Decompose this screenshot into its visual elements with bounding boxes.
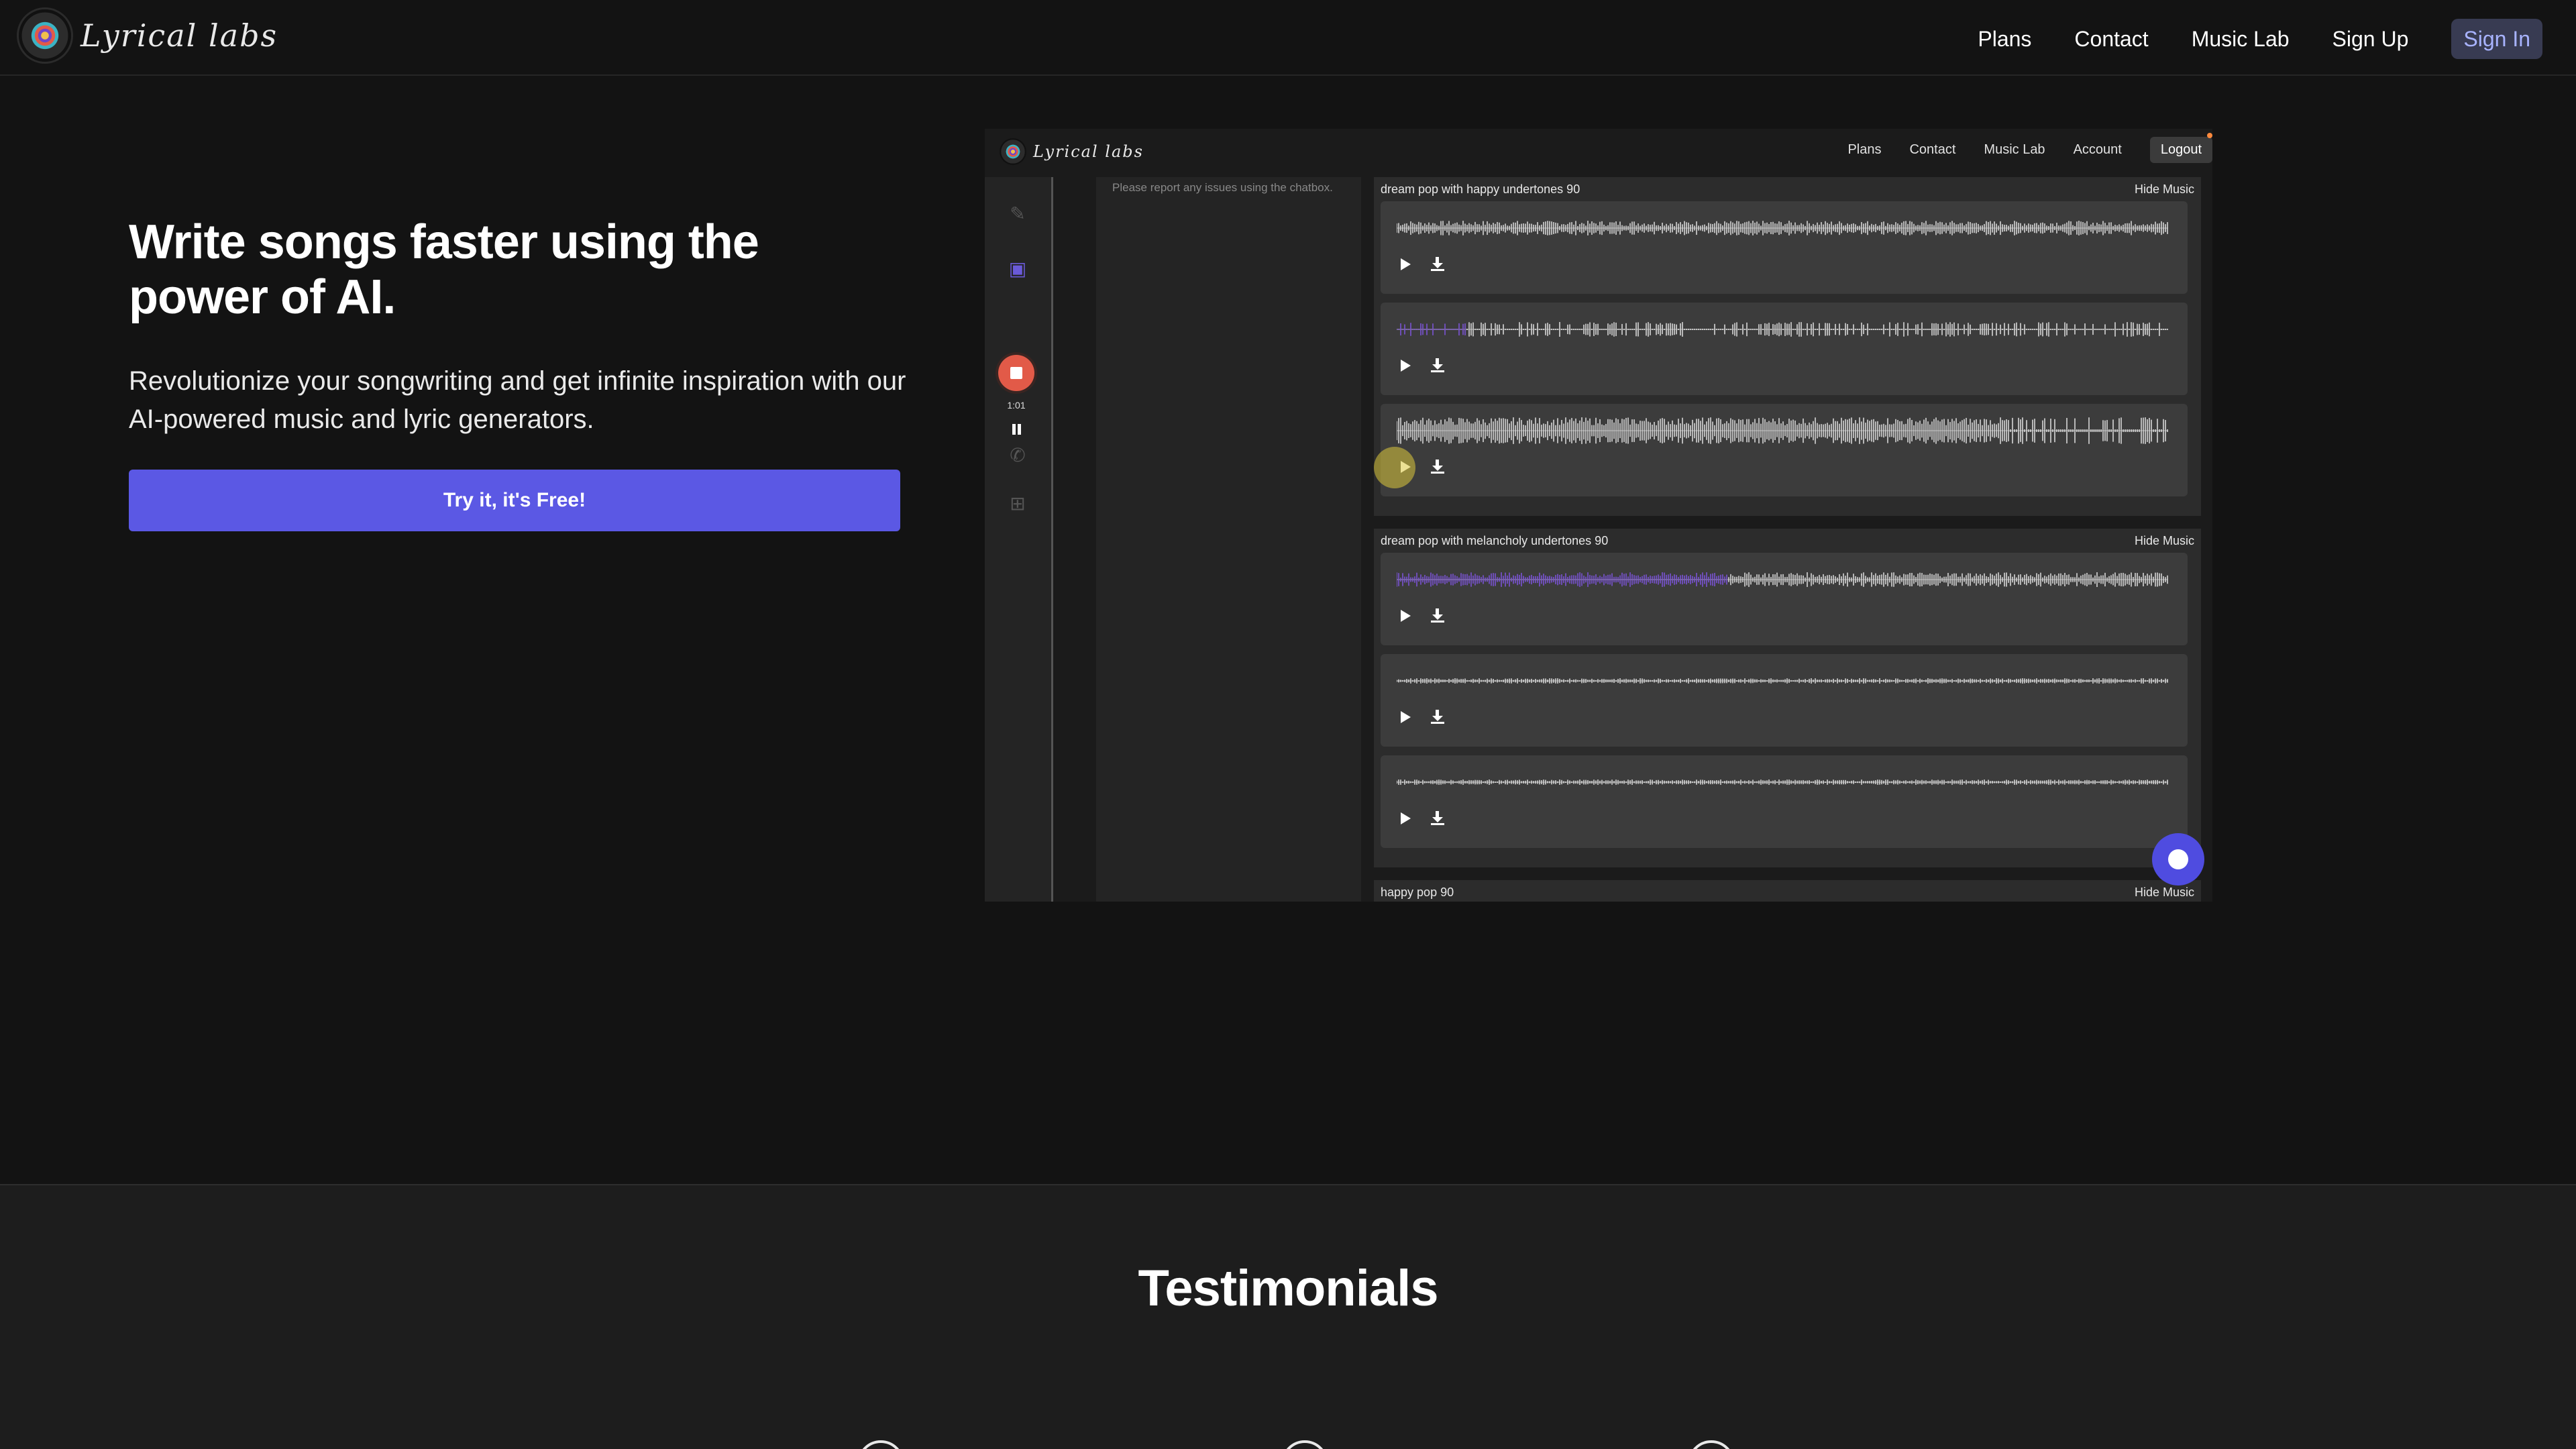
nav-links: Plans Contact Music Lab Sign Up Sign In	[1935, 19, 2542, 59]
avatar	[1281, 1440, 1328, 1449]
music-library-icon: ▣	[1008, 258, 1027, 279]
download-icon	[1429, 255, 1446, 272]
preview-chat-panel: Please report any issues using the chatb…	[1096, 177, 1361, 902]
music-group-header: dream pop with melancholy undertones 90 …	[1374, 529, 2201, 553]
nav-music-lab[interactable]: Music Lab	[2192, 19, 2290, 59]
music-group-header: dream pop with happy undertones 90 Hide …	[1374, 177, 2201, 201]
chat-bubble-icon	[2152, 833, 2204, 885]
hero-subtitle: Revolutionize your songwriting and get i…	[129, 366, 906, 434]
music-group: happy pop 90 Hide Music	[1374, 880, 2201, 902]
pencil-icon: ✎	[1010, 203, 1026, 224]
waveform	[1397, 322, 2168, 337]
notification-dot	[2207, 133, 2212, 138]
download-icon	[1429, 458, 1446, 475]
music-group-title: happy pop 90	[1381, 885, 1454, 899]
sign-in-button[interactable]: Sign In	[2451, 19, 2542, 59]
pause-icon	[1007, 419, 1027, 439]
nav-sign-up[interactable]: Sign Up	[2332, 19, 2409, 59]
hide-music-link: Hide Music	[2134, 885, 2194, 899]
audio-track	[1381, 404, 2188, 496]
logo-icon	[19, 9, 71, 62]
preview-nav-plans: Plans	[1847, 142, 1882, 157]
waveform	[1397, 572, 2168, 587]
record-timer: 1:01	[1007, 400, 1026, 411]
record-stop-button	[998, 355, 1034, 391]
phone-icon: ✆	[1010, 445, 1026, 466]
cursor-highlight	[1374, 447, 1415, 488]
download-icon	[1429, 356, 1446, 374]
avatar	[1688, 1440, 1735, 1449]
waveform	[1397, 417, 2168, 444]
brand-logo[interactable]: Lyrical labs	[19, 9, 278, 62]
download-icon	[1429, 708, 1446, 725]
app-preview: Lyrical labs Plans Contact Music Lab Acc…	[985, 129, 2212, 902]
avatar	[857, 1440, 904, 1449]
waveform	[1397, 780, 2168, 785]
play-icon	[1397, 809, 1414, 826]
preview-nav-contact: Contact	[1909, 142, 1956, 157]
audio-track	[1381, 755, 2188, 848]
hide-music-link: Hide Music	[2134, 182, 2194, 196]
testimonials-title: Testimonials	[1138, 1260, 1439, 1317]
play-icon	[1397, 255, 1414, 272]
audio-track	[1381, 553, 2188, 645]
music-group: dream pop with melancholy undertones 90 …	[1374, 529, 2201, 867]
preview-music-list: dream pop with happy undertones 90 Hide …	[1374, 177, 2212, 902]
waveform	[1397, 221, 2168, 235]
hide-music-link: Hide Music	[2134, 533, 2194, 547]
testimonials-section: Testimonials	[0, 1185, 2576, 1449]
music-group-title: dream pop with happy undertones 90	[1381, 182, 1580, 196]
preview-nav: Plans Contact Music Lab Account Logout	[1847, 137, 2212, 163]
hero-title: Write songs faster using the power of AI…	[129, 215, 759, 324]
play-icon	[1397, 606, 1414, 624]
music-group-title: dream pop with melancholy undertones 90	[1381, 533, 1609, 547]
music-group: dream pop with happy undertones 90 Hide …	[1374, 177, 2201, 516]
preview-brand-name: Lyrical labs	[1033, 142, 1144, 161]
nav-plans[interactable]: Plans	[1978, 19, 2031, 59]
download-icon	[1429, 606, 1446, 624]
preview-nav-account: Account	[2073, 142, 2122, 157]
audio-track	[1381, 201, 2188, 294]
try-free-button[interactable]: Try it, it's Free!	[129, 470, 900, 531]
download-icon	[1429, 809, 1446, 826]
preview-logout-button: Logout	[2149, 137, 2212, 163]
audio-track	[1381, 303, 2188, 395]
top-nav: Lyrical labs Plans Contact Music Lab Sig…	[0, 0, 2576, 76]
nav-contact[interactable]: Contact	[2074, 19, 2148, 59]
preview-logo-icon	[1000, 138, 1026, 165]
preview-tool-rail: ✎ ▣ 1:01 ✆ ⊞	[985, 177, 1053, 902]
music-group-header: happy pop 90 Hide Music	[1374, 880, 2201, 902]
preview-header: Lyrical labs Plans Contact Music Lab Acc…	[985, 129, 2212, 177]
preview-nav-music-lab: Music Lab	[1984, 142, 2045, 157]
play-icon	[1397, 708, 1414, 725]
preview-logo: Lyrical labs	[1000, 138, 1144, 165]
cart-icon: ⊞	[1010, 493, 1026, 514]
brand-name: Lyrical labs	[80, 17, 278, 54]
waveform	[1397, 678, 2168, 684]
issue-notice: Please report any issues using the chatb…	[1112, 181, 1333, 194]
play-icon	[1397, 356, 1414, 374]
audio-track	[1381, 654, 2188, 747]
